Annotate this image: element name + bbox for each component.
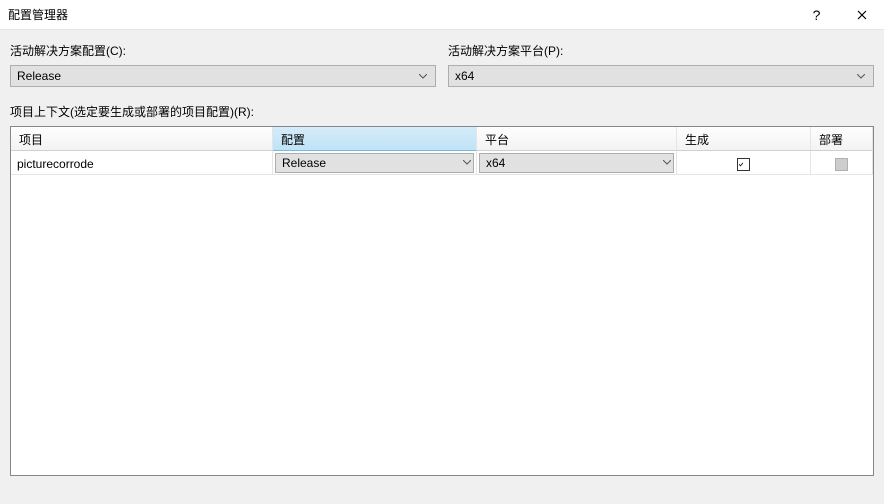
help-icon: ? xyxy=(813,7,821,23)
project-grid: 项目 配置 平台 生成 部署 picturecorrode Release x6… xyxy=(10,126,874,476)
table-row: picturecorrode Release x64 xyxy=(11,151,873,175)
column-header-build[interactable]: 生成 xyxy=(677,127,811,151)
cell-deploy xyxy=(811,151,873,175)
row-platform-value: x64 xyxy=(486,156,663,170)
solution-config-combo[interactable]: Release xyxy=(10,65,436,87)
solution-platform-combo[interactable]: x64 xyxy=(448,65,874,87)
chevron-down-icon xyxy=(853,74,869,79)
column-header-project[interactable]: 项目 xyxy=(11,127,273,151)
titlebar: 配置管理器 ? xyxy=(0,0,884,30)
column-header-platform[interactable]: 平台 xyxy=(477,127,677,151)
chevron-down-icon xyxy=(415,74,431,79)
solution-platform-value: x64 xyxy=(455,69,853,83)
help-button[interactable]: ? xyxy=(794,0,839,30)
cell-project[interactable]: picturecorrode xyxy=(11,151,273,175)
grid-header: 项目 配置 平台 生成 部署 xyxy=(11,127,873,151)
content-area: 活动解决方案配置(C): Release 活动解决方案平台(P): x64 项目… xyxy=(0,30,884,504)
close-icon xyxy=(857,10,867,20)
deploy-checkbox xyxy=(835,158,848,171)
cell-platform: x64 xyxy=(477,151,677,175)
cell-config: Release xyxy=(273,151,477,175)
chevron-down-icon xyxy=(463,160,471,165)
project-contexts-label: 项目上下文(选定要生成或部署的项目配置)(R): xyxy=(10,103,874,120)
row-platform-combo[interactable]: x64 xyxy=(479,153,674,173)
row-config-value: Release xyxy=(282,156,463,170)
row-config-combo[interactable]: Release xyxy=(275,153,474,173)
column-header-config[interactable]: 配置 xyxy=(273,127,477,151)
solution-config-field: 活动解决方案配置(C): Release xyxy=(10,42,436,87)
solution-config-label: 活动解决方案配置(C): xyxy=(10,42,436,59)
solution-platform-field: 活动解决方案平台(P): x64 xyxy=(448,42,874,87)
build-checkbox[interactable] xyxy=(737,158,750,171)
window-title: 配置管理器 xyxy=(8,6,794,23)
solution-config-value: Release xyxy=(17,69,415,83)
close-button[interactable] xyxy=(839,0,884,30)
cell-build xyxy=(677,151,811,175)
solution-platform-label: 活动解决方案平台(P): xyxy=(448,42,874,59)
column-header-deploy[interactable]: 部署 xyxy=(811,127,873,151)
chevron-down-icon xyxy=(663,160,671,165)
